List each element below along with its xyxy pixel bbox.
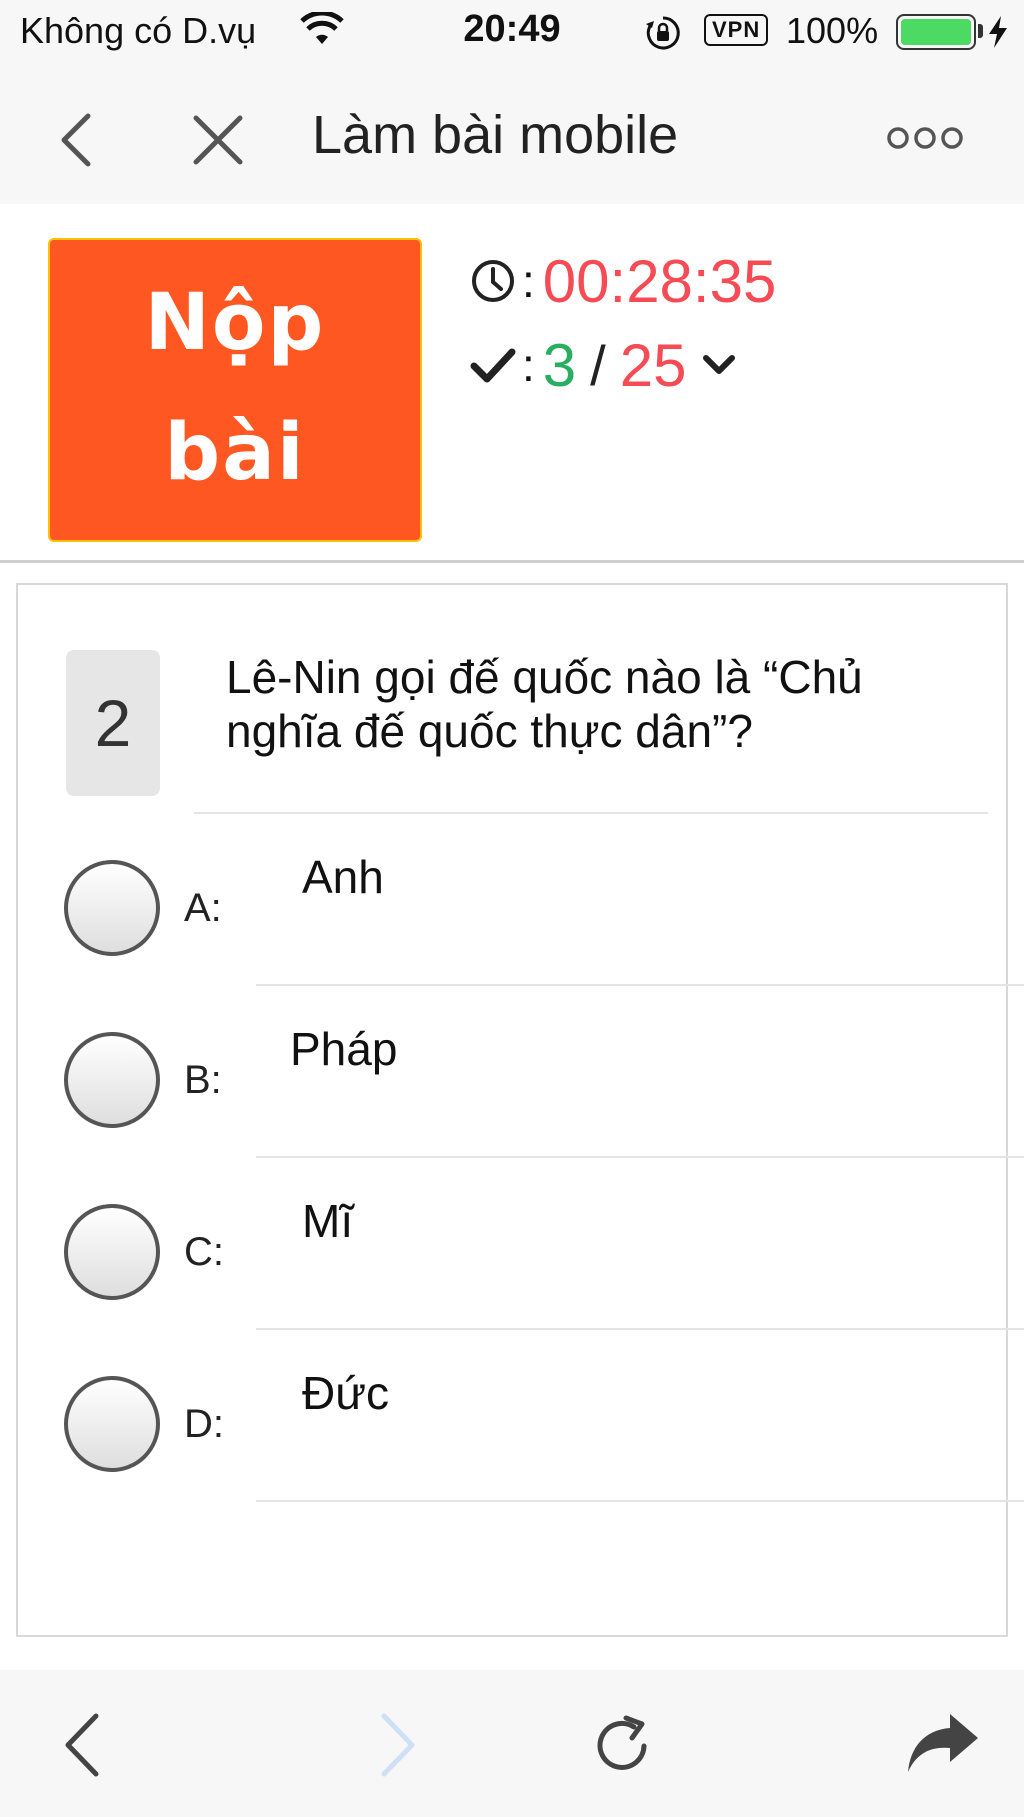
answered-progress[interactable]: : 3 / 25	[470, 330, 738, 400]
timer: : 00:28:35	[470, 246, 776, 316]
submit-button[interactable]: Nộp bài	[48, 238, 422, 542]
forward-icon[interactable]	[374, 1710, 422, 1780]
charging-bolt-icon	[989, 16, 1007, 48]
option-letter: B:	[184, 1058, 222, 1102]
option-text[interactable]: Đức	[302, 1366, 389, 1420]
battery-tip	[978, 24, 983, 38]
radio-button[interactable]	[64, 860, 160, 956]
option-text[interactable]: Mĩ	[302, 1194, 353, 1248]
radio-button[interactable]	[64, 1032, 160, 1128]
clock-icon	[472, 260, 514, 302]
option-b[interactable]: B: Pháp	[16, 986, 1024, 1158]
question-text: Lê-Nin gọi đế quốc nào là “Chủ nghĩa đế …	[226, 651, 863, 757]
progress-slash: /	[590, 333, 606, 397]
reload-icon[interactable]	[586, 1710, 658, 1782]
radio-button[interactable]	[64, 1376, 160, 1472]
option-text[interactable]: Pháp	[290, 1022, 397, 1076]
option-d[interactable]: D: Đức	[16, 1330, 1024, 1502]
question-number: 2	[66, 650, 160, 796]
close-icon[interactable]	[188, 110, 248, 170]
nav-bar: Làm bài mobile	[0, 66, 1024, 204]
rotation-lock-icon	[646, 16, 680, 50]
chevron-left-icon[interactable]	[52, 110, 102, 170]
more-dots-icon[interactable]	[886, 120, 964, 156]
total-count: 25	[619, 331, 687, 399]
vpn-badge: VPN	[704, 14, 769, 46]
timer-value: 00:28:35	[542, 247, 777, 315]
back-icon[interactable]	[58, 1710, 106, 1780]
radio-button[interactable]	[64, 1204, 160, 1300]
timer-colon: :	[522, 255, 535, 307]
header-divider	[0, 560, 1024, 563]
option-a[interactable]: A: Anh	[16, 814, 1024, 986]
answered-count: 3	[542, 331, 577, 399]
battery-icon	[896, 14, 976, 50]
option-letter: D:	[184, 1402, 224, 1446]
option-letter: C:	[184, 1230, 224, 1274]
status-bar: Không có D.vụ 20:49 VPN 100%	[0, 0, 1024, 66]
option-c[interactable]: C: Mĩ	[16, 1158, 1024, 1330]
option-letter: A:	[184, 886, 222, 930]
browser-toolbar	[0, 1670, 1024, 1817]
checkmark-icon	[470, 348, 516, 383]
option-text[interactable]: Anh	[302, 850, 384, 904]
option-divider	[256, 1500, 1024, 1502]
battery-percent: 100%	[786, 10, 879, 51]
share-icon[interactable]	[906, 1710, 980, 1776]
chevron-down-icon[interactable]	[700, 346, 738, 384]
progress-colon: :	[522, 339, 535, 391]
page-title: Làm bài mobile	[312, 105, 679, 165]
battery-level-fill	[901, 19, 971, 45]
